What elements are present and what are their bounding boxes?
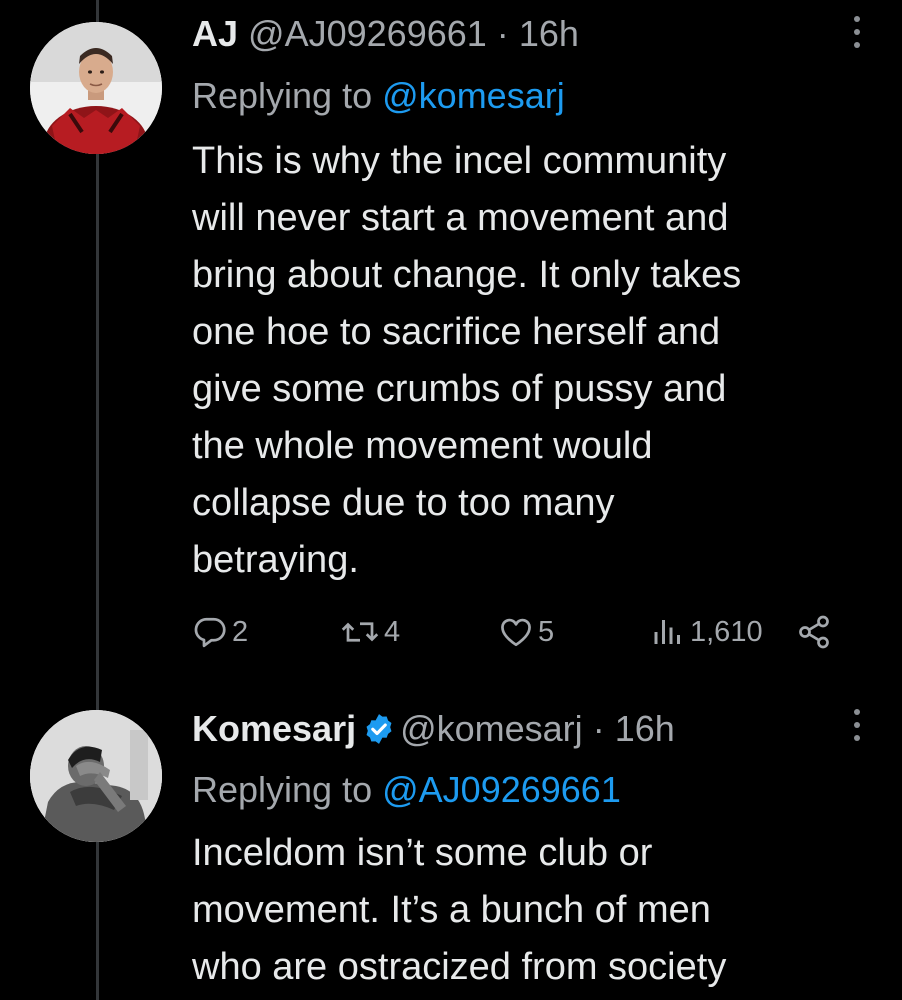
reply-count: 2 bbox=[232, 615, 249, 648]
more-options-icon[interactable] bbox=[852, 16, 862, 56]
avatar-image-icon bbox=[30, 22, 162, 154]
tweet-text-line: one hoe to sacrifice herself and bbox=[192, 311, 721, 353]
reply-button[interactable]: 2 bbox=[192, 612, 248, 652]
tweet-text-line: who are ostracized from society bbox=[192, 946, 727, 988]
tweet-header: Komesarj @komesarj · 16h bbox=[192, 705, 862, 753]
tweet[interactable]: Komesarj @komesarj · 16h Replying to @AJ… bbox=[0, 690, 902, 1000]
avatar[interactable] bbox=[30, 22, 162, 154]
tweet-actions: 2 4 5 1,610 bbox=[192, 612, 842, 652]
tweet-text: Inceldom isn’t some club or movement. It… bbox=[192, 825, 872, 996]
share-icon bbox=[799, 615, 829, 649]
display-name[interactable]: AJ bbox=[192, 13, 238, 54]
avatar[interactable] bbox=[30, 710, 162, 842]
tweet-text-line: movement. It’s a bunch of men bbox=[192, 889, 711, 931]
views-button[interactable]: 1,610 bbox=[650, 612, 763, 652]
user-handle[interactable]: @AJ09269661 bbox=[248, 13, 487, 54]
timestamp[interactable]: 16h bbox=[519, 13, 579, 54]
separator-dot: · bbox=[592, 708, 605, 749]
display-name[interactable]: Komesarj bbox=[192, 708, 356, 749]
tweet[interactable]: AJ @AJ09269661 · 16h Replying to @komesa… bbox=[0, 0, 902, 690]
heart-icon bbox=[501, 618, 531, 647]
verified-badge-icon[interactable] bbox=[362, 712, 396, 746]
tweet-text-line: collapse due to too many bbox=[192, 482, 615, 524]
replying-to: Replying to @AJ09269661 bbox=[192, 766, 621, 814]
separator-dot: · bbox=[496, 13, 509, 54]
tweet-text: This is why the incel community will nev… bbox=[192, 133, 872, 589]
tweet-text-line: Inceldom isn’t some club or bbox=[192, 832, 653, 874]
share-button[interactable] bbox=[796, 612, 832, 652]
tweet-text-line: the whole movement would bbox=[192, 425, 653, 467]
avatar-image-icon bbox=[30, 710, 162, 842]
like-count: 5 bbox=[538, 615, 555, 648]
like-button[interactable]: 5 bbox=[498, 612, 554, 652]
replying-to-mention[interactable]: @komesarj bbox=[382, 75, 565, 116]
tweet-header: AJ @AJ09269661 · 16h bbox=[192, 10, 862, 58]
reply-icon bbox=[194, 617, 226, 648]
replying-to-mention[interactable]: @AJ09269661 bbox=[382, 769, 621, 810]
retweet-icon bbox=[341, 622, 379, 642]
retweet-button[interactable]: 4 bbox=[340, 612, 400, 652]
replying-to-label: Replying to bbox=[192, 769, 373, 810]
timestamp[interactable]: 16h bbox=[615, 708, 675, 749]
tweet-text-line: bring about change. It only takes bbox=[192, 254, 742, 296]
view-count: 1,610 bbox=[690, 615, 763, 648]
replying-to: Replying to @komesarj bbox=[192, 72, 565, 120]
tweet-text-line: betraying. bbox=[192, 539, 359, 581]
tweet-text-line: will never start a movement and bbox=[192, 197, 729, 239]
user-handle[interactable]: @komesarj bbox=[400, 708, 583, 749]
tweet-text-line: give some crumbs of pussy and bbox=[192, 368, 727, 410]
replying-to-label: Replying to bbox=[192, 75, 373, 116]
retweet-count: 4 bbox=[384, 615, 401, 648]
tweet-text-line: This is why the incel community bbox=[192, 140, 727, 182]
views-chart-icon bbox=[654, 620, 680, 644]
more-options-icon[interactable] bbox=[852, 709, 862, 749]
